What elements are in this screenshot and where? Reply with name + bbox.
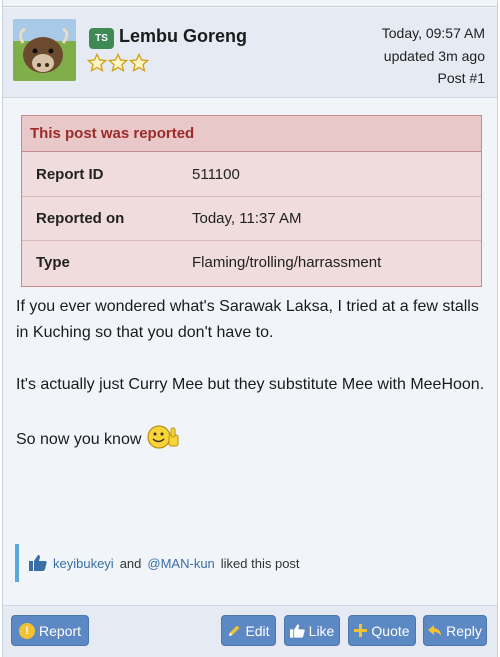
like-label: Like	[308, 622, 335, 639]
post-body: If you ever wondered what's Sarawak Laks…	[16, 294, 486, 479]
report-row: Reported on Today, 11:37 AM	[22, 197, 481, 241]
star-icon	[129, 53, 149, 73]
star-icon	[87, 53, 107, 73]
report-value: Flaming/trolling/harrassment	[192, 254, 382, 271]
report-title: This post was reported	[22, 116, 481, 152]
post-updated: updated 3m ago	[383, 47, 485, 64]
post-container: TS Lembu Goreng Today, 09:57 AM updated …	[2, 0, 498, 657]
report-value: Today, 11:37 AM	[192, 210, 302, 227]
edit-label: Edit	[245, 622, 270, 639]
pencil-icon	[229, 625, 240, 636]
warning-icon: !	[18, 622, 35, 639]
reply-label: Reply	[446, 622, 482, 639]
liker-link[interactable]: @MAN-kun	[147, 556, 214, 571]
report-key: Report ID	[36, 166, 104, 183]
quote-label: Quote	[371, 622, 410, 639]
thumbs-up-smiley-icon	[147, 425, 179, 449]
report-label: Report	[38, 622, 82, 639]
likes-suffix: liked this post	[220, 555, 300, 571]
report-row: Type Flaming/trolling/harrassment	[22, 241, 481, 285]
rating-stars	[87, 53, 149, 73]
thumbs-up-icon	[289, 623, 305, 638]
report-value: 511100	[192, 166, 240, 183]
post-timestamp: Today, 09:57 AM	[381, 25, 485, 41]
likes-summary: keyibukeyi and @MAN-kun liked this post	[15, 544, 485, 582]
post-paragraph: If you ever wondered what's Sarawak Laks…	[16, 298, 479, 341]
plus-icon	[354, 624, 368, 637]
quote-button[interactable]: Quote	[348, 615, 416, 646]
reply-arrow-icon	[428, 625, 442, 636]
report-key: Type	[36, 254, 70, 271]
report-row: Report ID 511100	[22, 153, 481, 197]
username[interactable]: Lembu Goreng	[119, 26, 247, 47]
post-actions: ! Report Edit Like Quote Reply	[3, 605, 497, 657]
post-paragraph: It's actually just Curry Mee but they su…	[16, 376, 485, 393]
edit-button[interactable]: Edit	[221, 615, 276, 646]
star-icon	[108, 53, 128, 73]
liker-link[interactable]: keyibukeyi	[53, 556, 114, 571]
post-paragraph-with-emoji: So now you know	[16, 424, 486, 453]
like-button[interactable]: Like	[284, 615, 340, 646]
report-key: Reported on	[36, 210, 125, 227]
starter-badge: TS	[89, 28, 114, 49]
report-button[interactable]: ! Report	[11, 615, 89, 646]
report-notice: This post was reported Report ID 511100 …	[21, 115, 482, 287]
likes-joiner: and	[119, 555, 142, 571]
post-meta: Today, 09:57 AM updated 3m ago Post #1	[382, 22, 485, 90]
post-paragraph-text: So now you know	[16, 431, 142, 448]
reply-button[interactable]: Reply	[423, 615, 487, 646]
post-header: TS Lembu Goreng Today, 09:57 AM updated …	[3, 8, 497, 98]
thumbs-up-icon	[29, 555, 47, 571]
post-number-link[interactable]: Post #1	[382, 67, 485, 90]
avatar[interactable]	[13, 19, 76, 81]
top-divider	[3, 0, 497, 7]
